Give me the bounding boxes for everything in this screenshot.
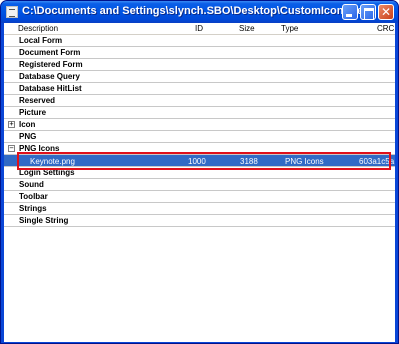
group-label: Icon (19, 120, 36, 129)
group-label: Registered Form (19, 60, 83, 69)
resource-size: 3188 (240, 157, 258, 166)
column-header-description[interactable]: Description (18, 24, 58, 33)
group-row-sound[interactable]: Sound (4, 179, 395, 191)
column-header-crc[interactable]: CRC (377, 24, 394, 33)
minimize-button[interactable] (342, 4, 358, 20)
group-row-single-string[interactable]: Single String (4, 215, 395, 227)
group-row-document-form[interactable]: Document Form (4, 47, 395, 59)
group-label: PNG Icons (19, 144, 60, 153)
column-header-size[interactable]: Size (239, 24, 255, 33)
maximize-button[interactable] (360, 4, 376, 20)
group-row-registered-form[interactable]: Registered Form (4, 59, 395, 71)
column-header-id[interactable]: ID (195, 24, 203, 33)
group-label: Sound (19, 180, 44, 189)
group-row-toolbar[interactable]: Toolbar (4, 191, 395, 203)
resource-crc: 603a1c5a (359, 157, 395, 166)
resource-type: PNG Icons (285, 157, 324, 166)
app-window: C:\Documents and Settings\slynch.SBO\Des… (0, 0, 399, 344)
group-label: Login Settings (19, 168, 75, 177)
document-icon[interactable] (6, 6, 18, 18)
expand-icon[interactable]: + (8, 121, 15, 128)
group-row-strings[interactable]: Strings (4, 203, 395, 215)
title-bar[interactable]: C:\Documents and Settings\slynch.SBO\Des… (1, 1, 398, 23)
group-row-database-query[interactable]: Database Query (4, 71, 395, 83)
group-label: Reserved (19, 96, 56, 105)
selected-resource-row[interactable]: Keynote.png 1000 3188 PNG Icons 603a1c5a (4, 155, 395, 167)
group-row-png[interactable]: PNG (4, 131, 395, 143)
group-label: Toolbar (19, 192, 48, 201)
close-icon: ✕ (380, 5, 392, 19)
rows: Local Form Document Form Registered Form… (4, 35, 395, 227)
resource-list[interactable]: Description ID Size Type CRC Local Form … (4, 23, 395, 342)
window-title: C:\Documents and Settings\slynch.SBO\Des… (22, 5, 369, 17)
group-row-local-form[interactable]: Local Form (4, 35, 395, 47)
resource-id: 1000 (188, 157, 206, 166)
group-label: Database Query (19, 72, 80, 81)
close-button[interactable]: ✕ (378, 4, 394, 20)
group-label: Database HitList (19, 84, 82, 93)
group-row-picture[interactable]: Picture (4, 107, 395, 119)
group-row-reserved[interactable]: Reserved (4, 95, 395, 107)
window-frame-right (395, 23, 398, 343)
group-label: Picture (19, 108, 47, 117)
group-label: PNG (19, 132, 37, 141)
column-header: Description ID Size Type CRC (4, 23, 395, 35)
collapse-icon[interactable]: − (8, 145, 15, 152)
group-row-database-hitlist[interactable]: Database HitList (4, 83, 395, 95)
group-label: Single String (19, 216, 69, 225)
group-row-icon[interactable]: + Icon (4, 119, 395, 131)
group-label: Local Form (19, 36, 63, 45)
group-row-login-settings[interactable]: Login Settings (4, 167, 395, 179)
group-label: Strings (19, 204, 47, 213)
column-header-type[interactable]: Type (281, 24, 298, 33)
group-row-png-icons[interactable]: − PNG Icons (4, 143, 395, 155)
resource-description: Keynote.png (30, 157, 75, 166)
group-label: Document Form (19, 48, 81, 57)
